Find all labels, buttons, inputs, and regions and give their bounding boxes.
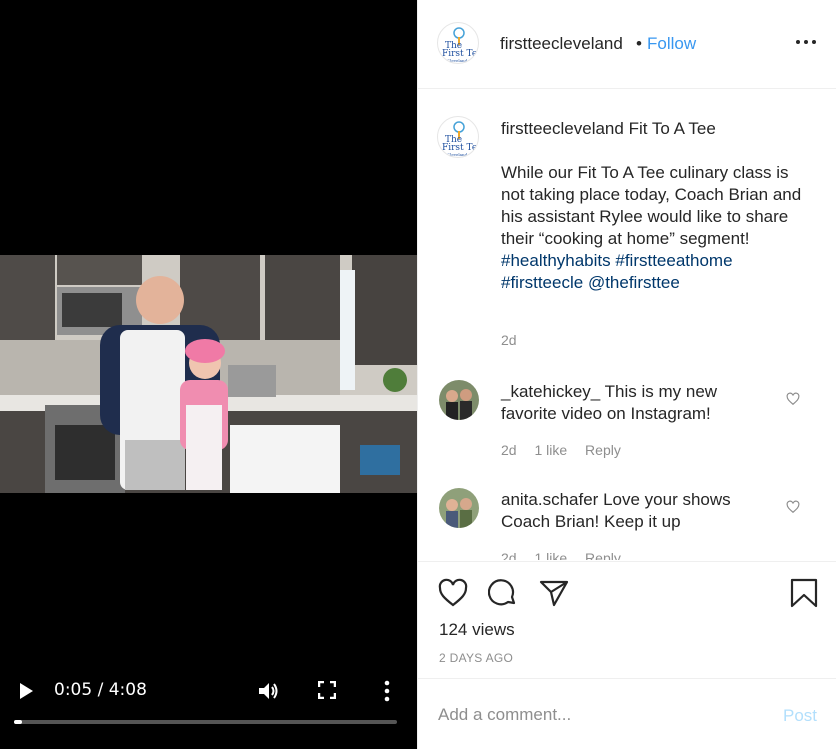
- mention-link[interactable]: @thefirsttee: [588, 273, 680, 292]
- post-side-panel: The First Tee Cleveland firstteeclevelan…: [417, 0, 836, 749]
- reply-button[interactable]: Reply: [585, 550, 621, 560]
- comment-meta: 2d 1 like Reply: [501, 550, 635, 560]
- video-progress-bar[interactable]: [14, 720, 397, 724]
- post-header: The First Tee Cleveland firstteeclevelan…: [418, 0, 836, 89]
- video-frame[interactable]: [0, 255, 417, 493]
- follow-button[interactable]: Follow: [647, 34, 696, 54]
- comment-input[interactable]: [438, 703, 768, 727]
- video-controls: 0:05 / 4:08: [0, 672, 417, 749]
- post-actions: 124 views 2 DAYS AGO: [418, 561, 836, 678]
- caption-timestamp[interactable]: 2d: [501, 332, 517, 348]
- share-icon[interactable]: [539, 578, 569, 608]
- comment-body: anita.schafer Love your shows Coach Bria…: [501, 489, 771, 533]
- add-comment-bar: Post: [418, 678, 836, 749]
- caption-body: While our Fit To A Tee culinary class is…: [501, 163, 802, 248]
- comment-username[interactable]: anita.schafer: [501, 490, 598, 509]
- first-tee-logo-icon: The First Tee Cleveland: [442, 27, 478, 63]
- more-vertical-icon[interactable]: [380, 680, 394, 702]
- caption-username[interactable]: firstteecleveland: [501, 119, 624, 138]
- caption-avatar[interactable]: The First Tee Cleveland: [437, 116, 479, 158]
- post-comment-button[interactable]: Post: [783, 706, 817, 726]
- bookmark-icon[interactable]: [789, 578, 819, 608]
- comments-section[interactable]: The First Tee Cleveland firstteeclevelan…: [418, 90, 836, 560]
- view-count[interactable]: 124 views: [439, 620, 515, 640]
- play-icon[interactable]: [16, 681, 36, 701]
- first-tee-logo-icon: The First Tee Cleveland: [442, 121, 478, 157]
- header-separator: •: [636, 34, 642, 53]
- video-time: 0:05 / 4:08: [54, 680, 147, 700]
- comment-avatar[interactable]: [439, 380, 479, 420]
- svg-text:Cleveland: Cleveland: [447, 152, 468, 157]
- profile-avatar[interactable]: The First Tee Cleveland: [437, 22, 479, 64]
- volume-icon[interactable]: [257, 680, 279, 702]
- header-username[interactable]: firstteecleveland: [500, 34, 623, 54]
- heart-icon[interactable]: [786, 392, 800, 406]
- comment-likes[interactable]: 1 like: [534, 550, 567, 560]
- svg-text:Cleveland: Cleveland: [447, 58, 468, 63]
- post-caption: firstteecleveland Fit To A Tee While our…: [501, 118, 811, 294]
- heart-icon[interactable]: [438, 578, 468, 608]
- comment-time[interactable]: 2d: [501, 550, 517, 560]
- video-player[interactable]: 0:05 / 4:08: [0, 0, 417, 749]
- comment-likes[interactable]: 1 like: [534, 442, 567, 458]
- comment-meta: 2d 1 like Reply: [501, 442, 635, 458]
- caption-title: Fit To A Tee: [628, 119, 716, 138]
- hashtag-link[interactable]: #firstteeathome: [615, 251, 732, 270]
- comment-avatar[interactable]: [439, 488, 479, 528]
- comment-username[interactable]: _katehickey_: [501, 382, 600, 401]
- post-date: 2 DAYS AGO: [439, 651, 514, 665]
- hashtag-link[interactable]: #firstteecle: [501, 273, 583, 292]
- video-still-kitchen: [0, 255, 417, 493]
- comment-time[interactable]: 2d: [501, 442, 517, 458]
- comment-body: _katehickey_ This is my new favorite vid…: [501, 381, 771, 425]
- comment-icon[interactable]: [488, 578, 518, 608]
- heart-icon[interactable]: [786, 500, 800, 514]
- video-progress-fill: [14, 720, 22, 724]
- fullscreen-icon[interactable]: [318, 681, 336, 699]
- avatar-photo: [439, 380, 479, 420]
- reply-button[interactable]: Reply: [585, 442, 621, 458]
- hashtag-link[interactable]: #healthyhabits: [501, 251, 611, 270]
- avatar-photo: [439, 488, 479, 528]
- more-horizontal-icon[interactable]: [795, 35, 817, 49]
